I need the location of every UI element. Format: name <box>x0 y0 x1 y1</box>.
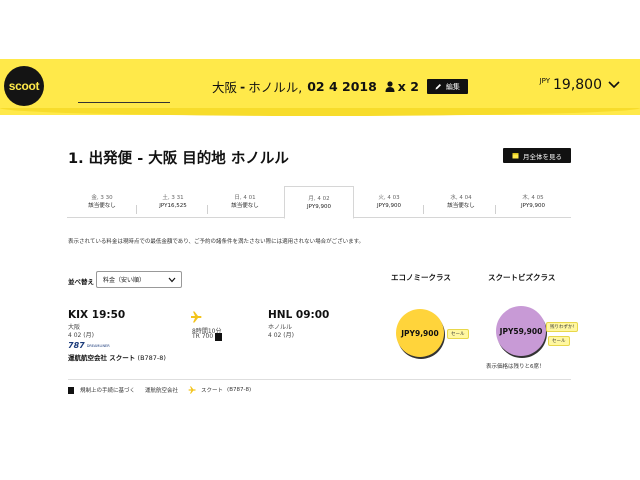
aircraft-type: (B787-8) <box>137 354 166 362</box>
chevron-down-icon <box>608 81 620 89</box>
operator-name: 運航航空会社 スクート <box>68 354 136 362</box>
regulatory-badge-icon <box>68 386 74 394</box>
date-selector: 金, 3 30 該当便なし 土, 3 31 JPY16,525 日, 4 01 … <box>67 186 571 219</box>
tab-divider <box>207 205 208 214</box>
pencil-icon <box>435 84 441 90</box>
sort-selected-value: 料金（安い順） <box>103 277 146 284</box>
legend-scoot-aircraft: (B787-8) <box>227 387 252 393</box>
route-summary: 大阪 - ホノルル, 02 4 2018 x 2 編集 <box>212 77 468 96</box>
dreamliner-number: 787 <box>68 341 85 350</box>
row-divider <box>68 379 571 380</box>
scoot-logo[interactable]: scoot <box>4 66 44 106</box>
edit-label: 編集 <box>445 82 460 91</box>
logo-text: scoot <box>8 79 40 93</box>
date-tab[interactable]: 金, 3 30 該当便なし <box>67 186 137 217</box>
regulatory-badge-icon <box>215 333 222 341</box>
fare-disclaimer: 表示されている料金は現時点での最低金額であり、ご予約の諸条件を満たさない際には適… <box>68 239 365 245</box>
tab-date: 火, 4 03 <box>378 195 400 201</box>
tab-date: 水, 4 04 <box>450 195 472 201</box>
economy-class-heading: エコノミークラス <box>391 273 451 282</box>
chevron-down-icon <box>168 277 176 283</box>
date-tab[interactable]: 土, 3 31 JPY16,525 <box>138 186 208 217</box>
flight-number: TR 700 <box>192 333 214 340</box>
tab-price: 該当便なし <box>88 203 116 210</box>
tab-date: 土, 3 31 <box>162 195 184 201</box>
tab-divider <box>423 205 424 214</box>
date-tab-selected[interactable]: 月, 4 02 JPY9,900 <box>284 186 354 219</box>
total-amount: 19,800 <box>553 77 602 93</box>
legend: 規制上の手続に基づく 運航航空会社 スクート (B787-8) <box>68 386 251 394</box>
scootbiz-fare-button[interactable]: JPY59,900 <box>496 306 546 356</box>
scootbiz-sale-tag: セール <box>548 336 570 346</box>
calendar-icon <box>512 153 519 159</box>
departure-date: 4 02 (月) <box>68 332 94 339</box>
airplane-icon <box>191 311 202 323</box>
tab-price: JPY9,900 <box>307 204 331 211</box>
edit-search-button[interactable]: 編集 <box>426 79 468 94</box>
passenger-count: x 2 <box>397 79 419 94</box>
view-month-label: 月全体を見る <box>523 152 562 161</box>
date-tab[interactable]: 水, 4 04 該当便なし <box>426 186 496 217</box>
date-tab[interactable]: 日, 4 01 該当便なし <box>210 186 280 217</box>
dreamliner-logo: 787 DREAMLINER <box>68 341 110 350</box>
legend-operator-label: 運航航空会社 <box>145 388 179 394</box>
seats-remaining-tag: 残りわずか! <box>546 322 579 332</box>
economy-fare-button[interactable]: JPY9,900 <box>396 309 444 357</box>
passenger-summary: x 2 <box>385 79 419 94</box>
sort-label: 並べ替え <box>68 278 94 286</box>
airplane-icon <box>188 386 196 394</box>
tab-price: 該当便なし <box>447 203 475 210</box>
tab-date: 日, 4 01 <box>234 195 256 201</box>
tab-date: 金, 3 30 <box>91 195 113 201</box>
scootbiz-class-heading: スクートビズクラス <box>488 273 556 282</box>
date-tab[interactable]: 木, 4 05 JPY9,900 <box>498 186 568 217</box>
person-icon <box>385 81 395 92</box>
total-price-toggle[interactable]: JPY 19,800 <box>540 77 620 93</box>
tab-price: JPY16,525 <box>159 203 187 210</box>
tab-price: 該当便なし <box>231 203 259 210</box>
page-title: 1. 出発便 - 大阪 目的地 ホノルル <box>68 151 289 167</box>
arrival-date: 4 02 (月) <box>268 332 294 339</box>
seats-remaining-note: 表示価格は残りと6席！ <box>486 364 545 370</box>
route-separator: - <box>240 79 246 94</box>
economy-fare-price: JPY9,900 <box>401 328 439 338</box>
sort-select[interactable]: 料金（安い順） <box>96 271 182 288</box>
economy-sale-tag: セール <box>447 329 469 339</box>
tab-price: JPY9,900 <box>377 203 401 210</box>
destination-city: ホノルル, <box>248 80 303 95</box>
tab-date: 月, 4 02 <box>308 196 330 202</box>
departure-time: KIX 19:50 <box>68 309 126 321</box>
scootbiz-fare-price: JPY59,900 <box>499 326 543 336</box>
tab-price: JPY9,900 <box>521 203 545 210</box>
legend-schedule-note: 規制上の手続に基づく <box>80 388 136 394</box>
origin-city: 大阪 <box>212 80 238 95</box>
arrival-time: HNL 09:00 <box>268 309 330 321</box>
operating-airline: 運航航空会社 スクート (B787-8) <box>68 352 166 362</box>
tab-divider <box>136 205 137 214</box>
legend-scoot-label: スクート <box>201 388 224 394</box>
total-currency: JPY <box>539 77 550 85</box>
tab-date: 木, 4 05 <box>522 195 544 201</box>
header-underline <box>78 102 170 103</box>
tab-divider <box>495 205 496 214</box>
travel-date: 02 4 2018 <box>307 79 377 94</box>
date-tab[interactable]: 火, 4 03 JPY9,900 <box>354 186 424 217</box>
dreamliner-text: DREAMLINER <box>86 343 110 348</box>
view-month-button[interactable]: 月全体を見る <box>503 148 571 163</box>
